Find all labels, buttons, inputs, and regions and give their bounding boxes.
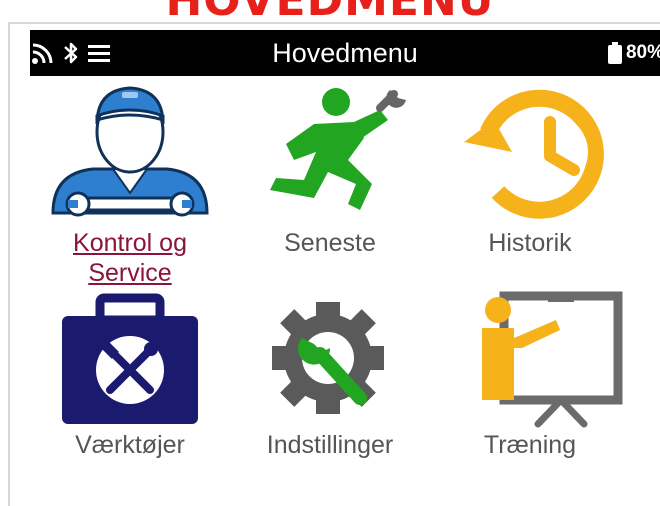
running-man-wrench-icon [270, 88, 406, 210]
menu-label-historik: Historik [488, 229, 572, 257]
menu-label-kontrol-og-service: Kontrol og Service [30, 228, 230, 288]
presentation-board-icon [482, 291, 623, 428]
menu-tile-traening[interactable]: Træning [430, 290, 630, 490]
menu-label-traening: Træning [483, 431, 577, 459]
battery-percentage: 80% [625, 42, 660, 63]
battery-indicator: 80% [607, 30, 660, 76]
mechanic-icon [51, 86, 209, 217]
battery-icon [607, 42, 622, 64]
status-bar: Hovedmenu 80% [30, 30, 660, 76]
menu-label-indstillinger: Indstillinger [266, 431, 394, 459]
menu-tile-vaerktojer[interactable]: Værktøjer [30, 290, 230, 490]
gear-wrench-icon [272, 302, 384, 414]
status-bar-title: Hovedmenu [272, 38, 418, 68]
history-clock-icon [464, 89, 604, 219]
toolbox-icon [62, 293, 198, 424]
menu-label-vaerktojer: Værktøjer [75, 431, 185, 459]
menu-tile-seneste[interactable]: Seneste [230, 80, 430, 280]
menu-label-seneste: Seneste [284, 229, 376, 257]
menu-label-line-1: Kontrol og [73, 229, 187, 257]
menu-tile-kontrol-og-service[interactable]: Kontrol og Service [30, 80, 230, 287]
menu-tile-indstillinger[interactable]: Indstillinger [230, 290, 430, 490]
menu-tile-historik[interactable]: Historik [430, 80, 630, 280]
menu-label-line-2: Service [88, 259, 172, 287]
